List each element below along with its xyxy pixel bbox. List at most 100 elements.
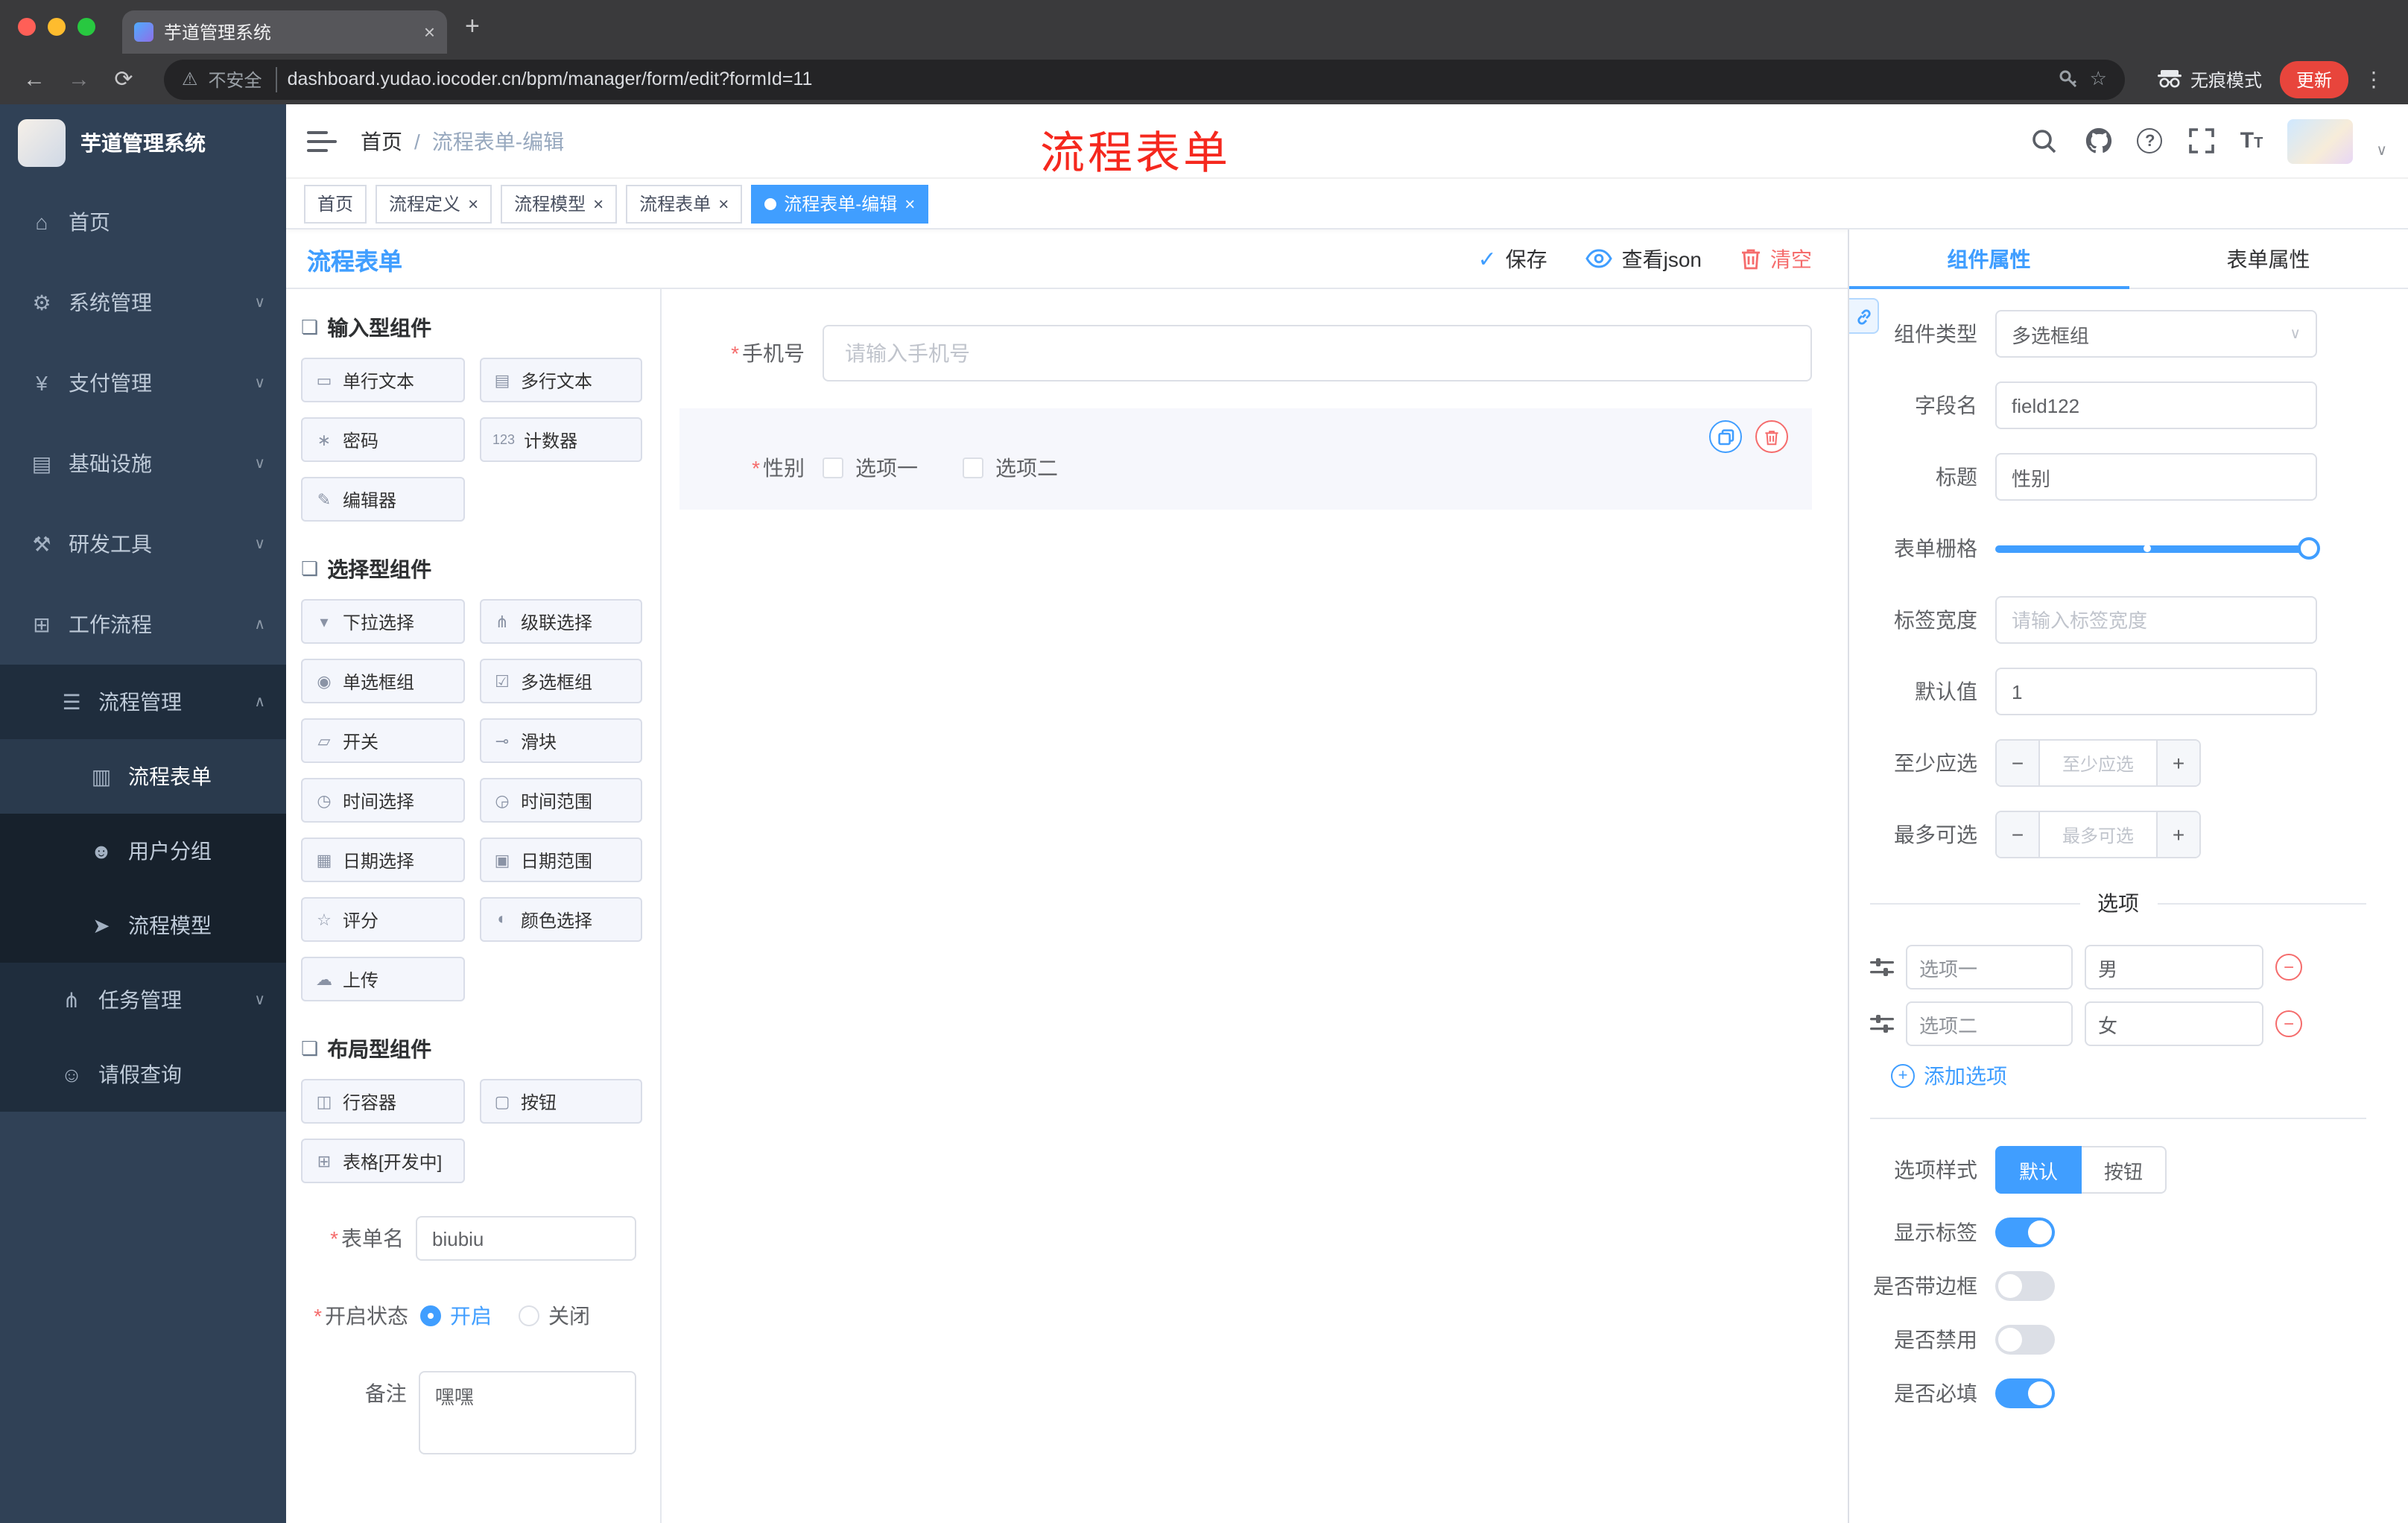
disabled-toggle[interactable] [1995,1325,2055,1355]
clear-button[interactable]: 清空 [1740,244,1812,273]
update-button[interactable]: 更新 [2279,60,2348,98]
sidebar-item-process-model[interactable]: ➤ 流程模型 [0,888,286,963]
key-icon[interactable] [2059,69,2079,89]
save-button[interactable]: ✓ 保存 [1477,244,1547,273]
option-value-input[interactable] [2085,1001,2263,1046]
palette-item-slider[interactable]: ⊸ 滑块 [479,718,642,763]
sidebar-item-payment[interactable]: ¥ 支付管理 ∨ [0,343,286,423]
close-window-button[interactable] [18,18,36,36]
tag-close-icon[interactable]: × [468,193,478,214]
label-width-input[interactable] [1995,596,2317,644]
browser-menu-icon[interactable]: ⋮ [2363,66,2384,92]
remove-option-button[interactable]: − [2275,1010,2302,1037]
palette-item-table[interactable]: ⊞ 表格[开发中] [301,1139,464,1183]
component-type-select[interactable]: 多选框组 ∨ [1995,310,2317,358]
tag-process-form[interactable]: 流程表单 × [626,184,743,223]
tag-process-definition[interactable]: 流程定义 × [376,184,492,223]
tag-process-model[interactable]: 流程模型 × [501,184,618,223]
selected-field-gender[interactable]: * 性别 选项一 选项二 [679,408,1812,510]
font-size-icon[interactable]: TT [2240,128,2263,153]
palette-item-button[interactable]: ▢ 按钮 [479,1079,642,1124]
decrease-button[interactable]: − [1997,741,2040,785]
palette-item-color-picker[interactable]: ◐ 颜色选择 [479,897,642,942]
sidebar-item-process-mgmt[interactable]: ☰ 流程管理 ∧ [0,665,286,739]
remove-option-button[interactable]: − [2275,954,2302,981]
avatar[interactable] [2287,118,2353,163]
sidebar-item-home[interactable]: ⌂ 首页 [0,182,286,262]
title-input[interactable] [1995,453,2317,501]
hamburger-icon[interactable] [307,129,337,153]
radio-off[interactable]: 关闭 [519,1301,590,1331]
palette-item-dropdown[interactable]: ▾ 下拉选择 [301,599,464,644]
copy-field-button[interactable] [1709,420,1742,453]
palette-item-date-picker[interactable]: ▦ 日期选择 [301,838,464,882]
add-option-button[interactable]: + 添加选项 [1891,1061,2366,1091]
palette-item-radio-group[interactable]: ◉ 单选框组 [301,659,464,703]
avatar-caret-icon[interactable]: ∨ [2376,142,2387,159]
phone-input[interactable] [823,325,1812,381]
palette-item-rate[interactable]: ☆ 评分 [301,897,464,942]
form-name-input[interactable] [416,1216,636,1261]
stepper-placeholder[interactable]: 至少应选 [2040,741,2156,785]
breadcrumb-home[interactable]: 首页 [361,126,402,156]
decrease-button[interactable]: − [1997,812,2040,857]
tab-component-props[interactable]: 组件属性 [1849,229,2129,288]
tag-close-icon[interactable]: × [593,193,603,214]
field-name-input[interactable] [1995,381,2317,429]
palette-item-row-container[interactable]: ◫ 行容器 [301,1079,464,1124]
tag-home[interactable]: 首页 [304,184,367,223]
view-json-button[interactable]: 查看json [1585,244,1702,273]
help-icon[interactable]: ? [2137,128,2163,153]
palette-item-time-range[interactable]: ◶ 时间范围 [479,778,642,823]
forward-icon[interactable]: → [60,66,98,92]
grid-slider[interactable] [1995,525,2320,572]
tag-close-icon[interactable]: × [718,193,729,214]
palette-item-textarea[interactable]: ▤ 多行文本 [479,358,642,402]
increase-button[interactable]: + [2156,741,2199,785]
form-remark-textarea[interactable]: 嘿嘿 [418,1371,636,1454]
required-toggle[interactable] [1995,1378,2055,1408]
checkbox-option-1[interactable]: 选项一 [823,453,918,483]
browser-tab[interactable]: 芋道管理系统 × [122,10,447,54]
bookmark-star-icon[interactable]: ☆ [2090,67,2107,91]
link-icon[interactable] [1849,298,1879,334]
slider-handle[interactable] [2298,537,2320,560]
checkbox-option-2[interactable]: 选项二 [963,453,1058,483]
address-bar[interactable]: ⚠ 不安全 dashboard.yudao.iocoder.cn/bpm/man… [164,59,2125,99]
fullscreen-icon[interactable] [2187,126,2217,156]
palette-item-single-line-text[interactable]: ▭ 单行文本 [301,358,464,402]
palette-item-date-range[interactable]: ▣ 日期范围 [479,838,642,882]
increase-button[interactable]: + [2156,812,2199,857]
radio-on[interactable]: 开启 [420,1301,492,1331]
palette-item-editor[interactable]: ✎ 编辑器 [301,477,464,522]
palette-item-counter[interactable]: 123 计数器 [479,417,642,462]
default-value-input[interactable] [1995,668,2317,715]
reload-icon[interactable]: ⟳ [104,66,143,92]
drag-handle-icon[interactable] [1870,1013,1894,1034]
sidebar-item-task-mgmt[interactable]: ⋔ 任务管理 ∨ [0,963,286,1037]
back-icon[interactable]: ← [15,66,54,92]
border-toggle[interactable] [1995,1271,2055,1301]
option-name-input[interactable] [1906,1001,2073,1046]
new-tab-button[interactable]: + [465,12,480,42]
tag-process-form-edit[interactable]: 流程表单-编辑 × [751,184,929,223]
palette-item-password[interactable]: ∗ 密码 [301,417,464,462]
security-label[interactable]: 不安全 [209,66,277,92]
palette-item-upload[interactable]: ☁ 上传 [301,957,464,1001]
minimize-window-button[interactable] [48,18,66,36]
sidebar-item-devtools[interactable]: ⚒ 研发工具 ∨ [0,504,286,584]
palette-item-switch[interactable]: ▱ 开关 [301,718,464,763]
stepper-placeholder[interactable]: 最多可选 [2040,812,2156,857]
style-default-button[interactable]: 默认 [1995,1146,2082,1194]
sidebar-item-leave-query[interactable]: ☺ 请假查询 [0,1037,286,1112]
palette-item-checkbox-group[interactable]: ☑ 多选框组 [479,659,642,703]
sidebar-item-user-group[interactable]: ☻ 用户分组 [0,814,286,888]
option-name-input[interactable] [1906,945,2073,990]
drag-handle-icon[interactable] [1870,957,1894,978]
tag-close-icon[interactable]: × [904,193,915,214]
tab-form-props[interactable]: 表单属性 [2129,229,2408,288]
palette-item-cascader[interactable]: ⋔ 级联选择 [479,599,642,644]
sidebar-item-system[interactable]: ⚙ 系统管理 ∨ [0,262,286,343]
search-icon[interactable] [2030,126,2060,156]
tab-close-icon[interactable]: × [424,22,435,42]
